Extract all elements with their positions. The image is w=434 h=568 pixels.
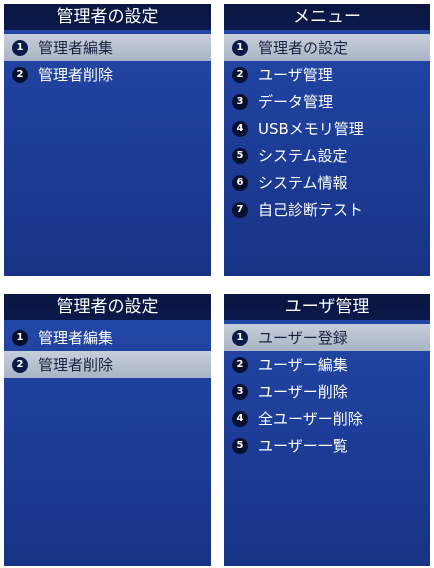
menu-item-usb-memory[interactable]: 4 USBメモリ管理 xyxy=(224,115,430,142)
number-badge-1-icon: 1 xyxy=(12,39,28,56)
number-badge-4-icon: 4 xyxy=(232,120,248,137)
menu-item-label: ユーザー編集 xyxy=(258,356,348,374)
menu-item-label: 管理者編集 xyxy=(38,329,114,347)
menu-item-label: システム情報 xyxy=(258,174,348,192)
menu-item-data-management[interactable]: 3 データ管理 xyxy=(224,88,430,115)
menu-item-admin-delete[interactable]: 2 管理者削除 xyxy=(4,351,211,378)
menu-item-label: システム設定 xyxy=(258,147,348,165)
admin-settings-screen: 管理者の設定 1 管理者編集 2 管理者削除 xyxy=(4,4,211,276)
admin-settings-screen: 管理者の設定 1 管理者編集 2 管理者削除 xyxy=(4,294,211,566)
menu-list: 1 管理者編集 2 管理者削除 xyxy=(4,324,211,378)
menu-item-user-management[interactable]: 2 ユーザ管理 xyxy=(224,61,430,88)
menu-item-admin-edit[interactable]: 1 管理者編集 xyxy=(4,34,211,61)
menu-list: 1 管理者編集 2 管理者削除 xyxy=(4,34,211,88)
menu-item-label: データ管理 xyxy=(258,93,334,111)
number-badge-1-icon: 1 xyxy=(232,329,248,346)
number-badge-2-icon: 2 xyxy=(232,356,248,373)
menu-item-label: 全ユーザー削除 xyxy=(258,410,363,428)
menu-item-user-delete[interactable]: 3 ユーザー削除 xyxy=(224,378,430,405)
menu-item-label: ユーザ管理 xyxy=(258,66,333,84)
screen-title: 管理者の設定 xyxy=(4,4,211,30)
menu-item-label: ユーザー削除 xyxy=(258,383,348,401)
number-badge-3-icon: 3 xyxy=(232,93,248,110)
number-badge-5-icon: 5 xyxy=(232,437,248,454)
number-badge-1-icon: 1 xyxy=(12,329,28,346)
number-badge-2-icon: 2 xyxy=(12,356,28,373)
number-badge-2-icon: 2 xyxy=(232,66,248,83)
number-badge-3-icon: 3 xyxy=(232,383,248,400)
menu-item-admin-settings[interactable]: 1 管理者の設定 xyxy=(224,34,430,61)
number-badge-7-icon: 7 xyxy=(232,201,248,218)
menu-item-admin-delete[interactable]: 2 管理者削除 xyxy=(4,61,211,88)
user-management-screen: ユーザ管理 1 ユーザー登録 2 ユーザー編集 3 ユーザー削除 4 全ユーザー… xyxy=(224,294,430,566)
main-menu-screen: メニュー 1 管理者の設定 2 ユーザ管理 3 データ管理 4 USBメモリ管理… xyxy=(224,4,430,276)
number-badge-6-icon: 6 xyxy=(232,174,248,191)
screen-title: 管理者の設定 xyxy=(4,294,211,320)
menu-list: 1 ユーザー登録 2 ユーザー編集 3 ユーザー削除 4 全ユーザー削除 5 ユ… xyxy=(224,324,430,459)
menu-item-label: 管理者編集 xyxy=(38,39,114,57)
menu-item-label: 管理者の設定 xyxy=(258,39,349,57)
menu-item-user-edit[interactable]: 2 ユーザー編集 xyxy=(224,351,430,378)
number-badge-1-icon: 1 xyxy=(232,39,248,56)
number-badge-2-icon: 2 xyxy=(12,66,28,83)
menu-item-label: ユーザー登録 xyxy=(258,329,348,347)
menu-item-self-diagnostic[interactable]: 7 自己診断テスト xyxy=(224,196,430,223)
menu-item-label: 管理者削除 xyxy=(38,356,114,374)
menu-item-admin-edit[interactable]: 1 管理者編集 xyxy=(4,324,211,351)
menu-item-delete-all-users[interactable]: 4 全ユーザー削除 xyxy=(224,405,430,432)
number-badge-5-icon: 5 xyxy=(232,147,248,164)
menu-item-label: 管理者削除 xyxy=(38,66,114,84)
number-badge-4-icon: 4 xyxy=(232,410,248,427)
menu-item-system-info[interactable]: 6 システム情報 xyxy=(224,169,430,196)
menu-item-user-register[interactable]: 1 ユーザー登録 xyxy=(224,324,430,351)
menu-item-system-settings[interactable]: 5 システム設定 xyxy=(224,142,430,169)
screen-title: メニュー xyxy=(224,4,430,30)
menu-list: 1 管理者の設定 2 ユーザ管理 3 データ管理 4 USBメモリ管理 5 シス… xyxy=(224,34,430,223)
screen-title: ユーザ管理 xyxy=(224,294,430,320)
menu-item-label: ユーザー一覧 xyxy=(258,437,348,455)
menu-item-label: USBメモリ管理 xyxy=(258,120,364,138)
menu-item-label: 自己診断テスト xyxy=(258,201,364,219)
menu-item-user-list[interactable]: 5 ユーザー一覧 xyxy=(224,432,430,459)
